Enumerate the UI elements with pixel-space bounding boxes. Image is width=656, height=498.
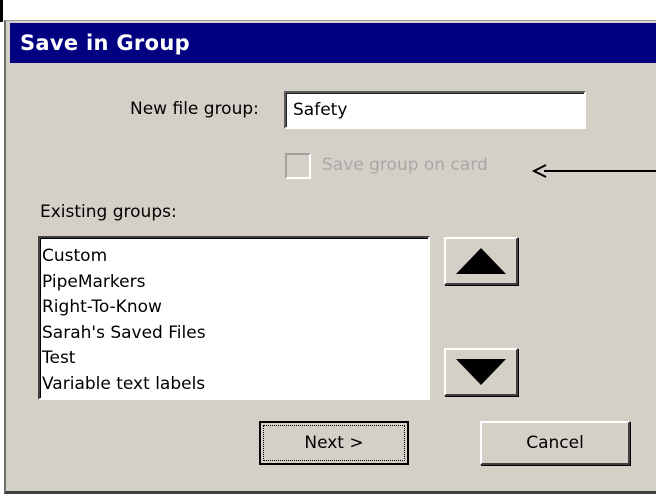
edge-marker bbox=[0, 0, 3, 22]
list-item[interactable]: Sarah's Saved Files bbox=[42, 321, 428, 347]
callout-arrow-icon bbox=[531, 164, 656, 178]
cancel-button[interactable]: Cancel bbox=[480, 421, 630, 465]
list-item[interactable]: Custom bbox=[42, 244, 428, 270]
save-group-on-card-label: Save group on card bbox=[322, 155, 488, 175]
existing-groups-label: Existing groups: bbox=[40, 202, 177, 222]
scroll-down-button[interactable] bbox=[444, 348, 518, 396]
dialog-title: Save in Group bbox=[10, 23, 656, 63]
save-group-on-card-checkbox[interactable] bbox=[285, 153, 311, 179]
up-triangle-icon bbox=[456, 248, 506, 274]
list-item[interactable]: Right-To-Know bbox=[42, 295, 428, 321]
existing-groups-list[interactable]: Custom PipeMarkers Right-To-Know Sarah's… bbox=[38, 236, 430, 400]
down-triangle-icon bbox=[456, 359, 506, 385]
new-file-group-input[interactable] bbox=[284, 91, 586, 129]
list-item[interactable]: Test bbox=[42, 346, 428, 372]
scroll-up-button[interactable] bbox=[444, 237, 518, 285]
list-item[interactable]: PipeMarkers bbox=[42, 270, 428, 296]
next-button-label: Next > bbox=[263, 425, 405, 461]
new-file-group-label: New file group: bbox=[130, 99, 259, 119]
next-button[interactable]: Next > bbox=[259, 421, 409, 465]
list-item[interactable]: Variable text labels bbox=[42, 372, 428, 398]
